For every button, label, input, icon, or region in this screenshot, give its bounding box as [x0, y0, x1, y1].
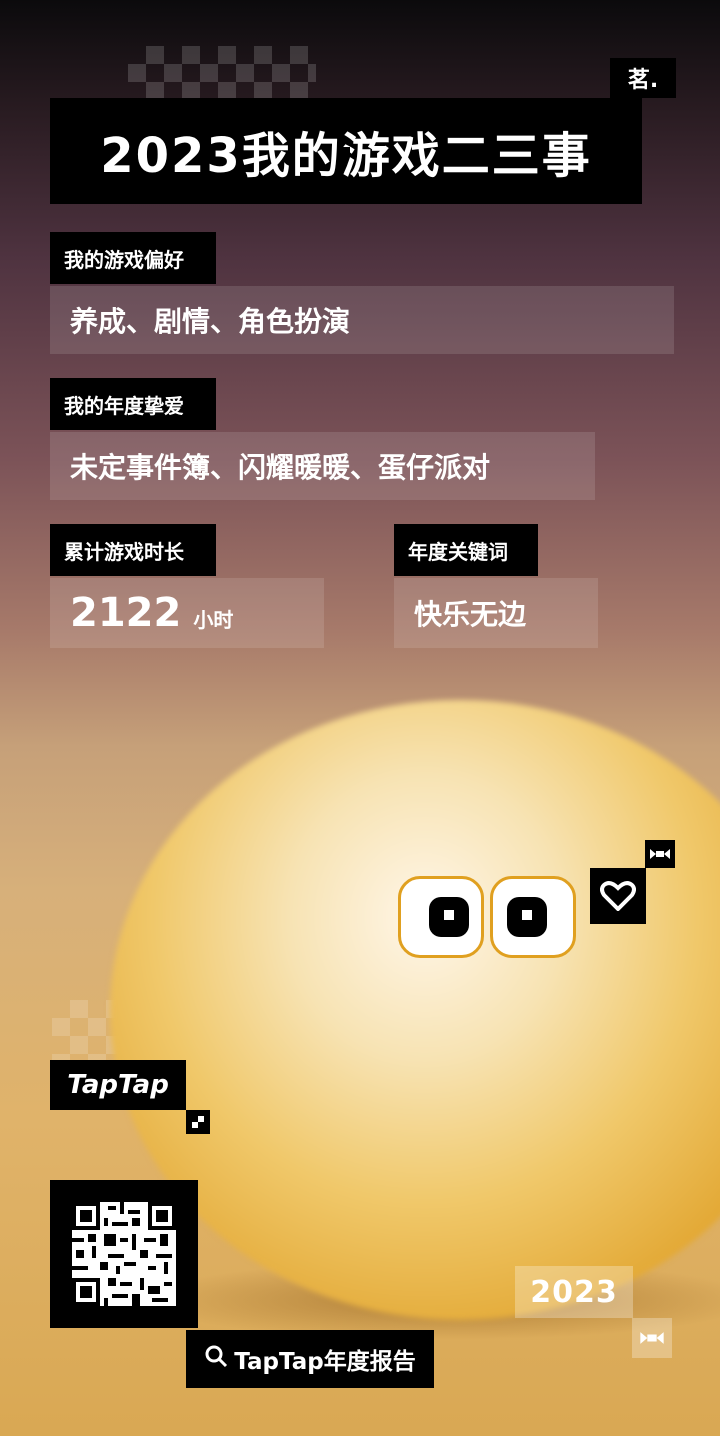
- favorite-value: 未定事件簿、闪耀暖暖、蛋仔派对: [50, 432, 595, 500]
- left-eye-icon: [398, 876, 484, 958]
- keyword-label: 年度关键词: [394, 524, 538, 576]
- keyword-value: 快乐无边: [394, 578, 598, 648]
- pixel-checker-top: [128, 46, 316, 98]
- search-icon: [204, 1344, 228, 1374]
- playtime-value-box: 2122 小时: [50, 578, 324, 648]
- preference-value: 养成、剧情、角色扮演: [50, 286, 674, 354]
- taptap-logo: TapTap: [50, 1060, 186, 1110]
- preference-label: 我的游戏偏好: [50, 232, 216, 284]
- user-signature: 茗.: [610, 58, 676, 98]
- taptap-report-search-button[interactable]: TapTap年度报告: [186, 1330, 434, 1388]
- search-button-label: TapTap年度报告: [234, 1349, 416, 1375]
- page-title: 2023我的游戏二三事: [50, 98, 642, 204]
- playtime-label: 累计游戏时长: [50, 524, 216, 576]
- playtime-value: 2122: [70, 590, 182, 636]
- heart-icon: [590, 868, 646, 924]
- year-badge: 2023: [515, 1266, 633, 1318]
- right-eye-icon: [490, 876, 576, 958]
- candy-icon: [645, 840, 675, 868]
- favorite-label: 我的年度挚爱: [50, 378, 216, 430]
- pixel-corner-icon: [186, 1110, 210, 1134]
- qr-code[interactable]: [50, 1180, 198, 1328]
- playtime-unit: 小时: [193, 607, 234, 632]
- fluffy-creature: [110, 700, 720, 1320]
- candy-icon-bottom: [632, 1318, 672, 1358]
- year-report-poster: 2023我的游戏二三事 茗. 我的游戏偏好 养成、剧情、角色扮演 我的年度挚爱 …: [0, 0, 720, 1436]
